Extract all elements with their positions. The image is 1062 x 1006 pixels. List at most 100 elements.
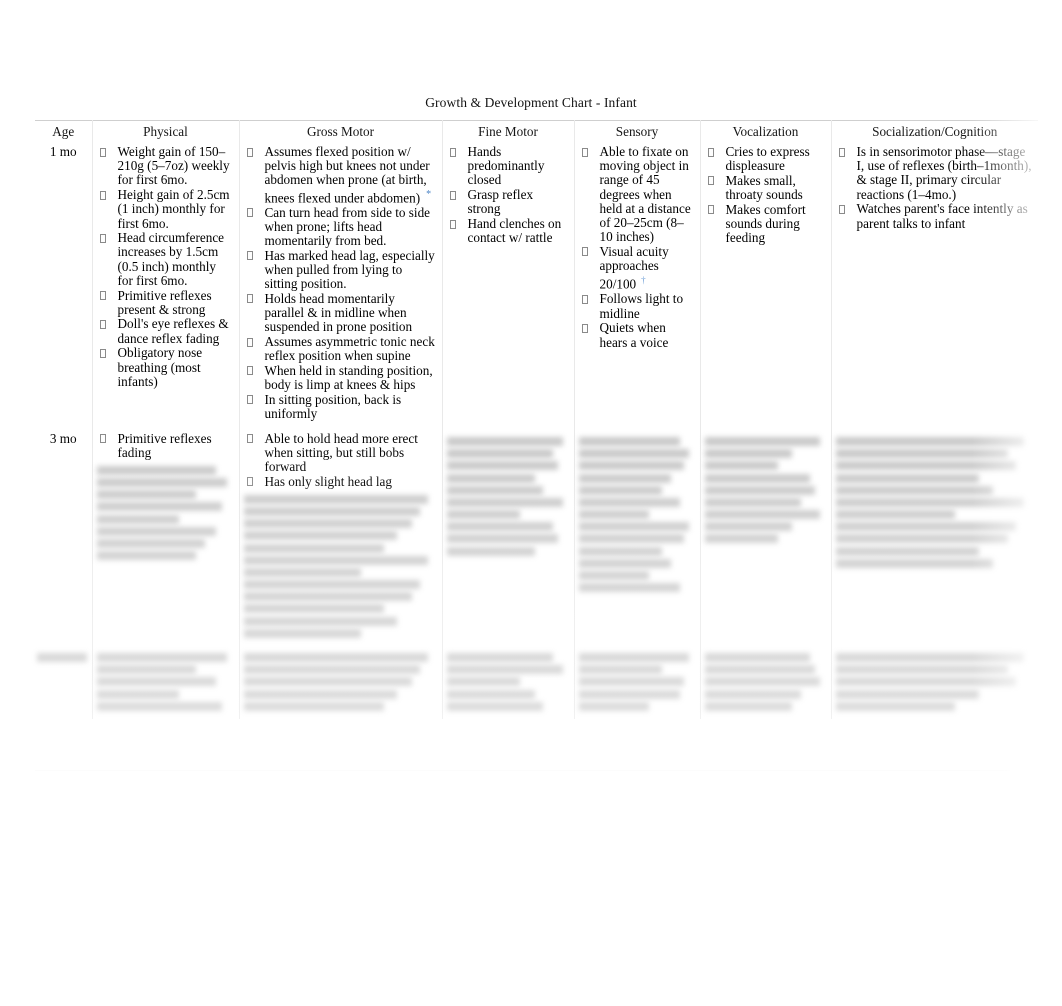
cell-sensory [573,645,700,719]
list-item: Doll's eye reflexes & dance reflex fadin… [97,317,233,345]
bullet-box-icon [99,291,106,301]
illegible-content [578,432,694,593]
list-item-text: In sitting position, back is uniformly [264,391,402,422]
bullet-list-vocalization: Cries to express displeasure Makes small,… [705,144,825,246]
list-item-text: Head circumference increases by 1.5cm (0… [117,230,225,288]
cell-fine-motor [441,429,574,646]
cell-vocalization: Cries to express displeasure Makes small,… [699,143,831,430]
table-header-row: Age Physical Gross Motor Fine Motor Sens… [35,120,1038,143]
bullet-box-icon [246,366,253,376]
list-item-text: Doll's eye reflexes & dance reflex fadin… [117,316,229,346]
list-item-text: Obligatory nose breathing (most infants) [117,345,203,389]
list-item: In sitting position, back is uniformly [244,391,436,422]
column-header-sensory: Sensory [573,120,700,143]
cell-age: 1 mo [49,144,77,159]
illegible-content [446,648,568,711]
list-item-text: Is in sensorimotor phase—stage I, use of… [856,144,1032,202]
list-item: Can turn head from side to side when pro… [244,204,436,249]
illegible-content [37,648,90,662]
column-header-age: Age [52,124,75,139]
list-item: Has marked head lag, especially when pul… [244,248,436,292]
list-item-text: Assumes asymmetric tonic neck reflex pos… [264,334,435,364]
bullet-list-physical: Weight gain of 150–210g (5–7oz) weekly f… [97,144,233,389]
cell-physical: Weight gain of 150–210g (5–7oz) weekly f… [91,143,239,430]
table-row [35,645,1038,719]
illegible-content [243,648,436,711]
list-item: Is in sensorimotor phase—stage I, use of… [836,144,1033,202]
list-item: Cries to express displeasure [705,144,825,173]
page-title: Growth & Development Chart - Infant [425,95,637,110]
bullet-box-icon [246,147,253,157]
bullet-list-fine-motor: Hands predominantly closed Grasp reflex s… [447,144,568,245]
bullet-list-gross-motor: Assumes flexed position w/ pelvis high b… [244,144,436,422]
list-item-text: Weight gain of 150–210g (5–7oz) weekly f… [117,144,230,188]
list-item-text: When held in standing position, body is … [264,362,433,393]
list-item-text: Able to fixate on moving object in range… [599,144,691,245]
bullet-box-icon [449,190,456,200]
column-header-fine-motor: Fine Motor [441,120,574,143]
list-item-text: Has only slight head lag [264,473,392,489]
list-item: Primitive reflexes present & strong [97,287,233,317]
bullet-box-icon [99,147,106,157]
bullet-box-icon [449,147,456,157]
bullet-box-icon [246,395,253,405]
list-item-text: Able to hold head more erect when sittin… [264,430,418,475]
cell-age [35,646,92,719]
bullet-box-icon [581,294,588,304]
cell-sensory [573,429,700,646]
bullet-list-physical: Primitive reflexes fading [97,430,233,460]
bullet-box-icon [99,434,106,444]
list-item-text: Watches parent's face intently as parent… [856,201,1028,231]
list-item: Has only slight head lag [244,473,436,489]
illegible-content [835,432,1033,568]
table-row: 3 mo Primitive reflexes fading Able to h… [35,429,1038,646]
illegible-content [704,648,825,711]
list-item: Head circumference increases by 1.5cm (0… [97,231,233,288]
list-item: Makes comfort sounds during feeding [705,201,825,246]
bullet-box-icon [707,147,714,157]
list-item-text: Makes small, throaty sounds [725,172,803,203]
bullet-box-icon [99,319,106,329]
list-item: Able to hold head more erect when sittin… [244,430,436,475]
dagger-footnote-marker: † [641,275,646,286]
bullet-box-icon [707,176,714,186]
illegible-content [704,432,825,544]
cell-age: 3 mo [49,430,77,446]
list-item: Hands predominantly closed [447,144,568,188]
table-row: 1 mo Weight gain of 150–210g (5–7oz) wee… [35,143,1038,430]
list-item: Weight gain of 150–210g (5–7oz) weekly f… [97,144,233,188]
list-item-text: Primitive reflexes fading [117,430,212,460]
list-item-text: Makes comfort sounds during feeding [725,201,806,246]
list-item: Holds head momentarily parallel & in mid… [244,291,436,335]
list-item: Follows light to midline [579,292,694,320]
page-bottom-fade [0,731,1062,791]
bullet-box-icon [99,190,106,200]
bullet-box-icon [246,337,253,347]
column-header-socialization: Socialization/Cognition [830,120,1038,143]
bullet-box-icon [246,251,253,261]
list-item-text: Height gain of 2.5cm (1 inch) monthly fo… [117,187,230,231]
bullet-box-icon [707,205,714,215]
table-bottom-rule [35,770,1010,771]
bullet-box-icon [581,147,588,157]
list-item: Assumes flexed position w/ pelvis high b… [244,144,436,205]
column-header-gross-motor: Gross Motor [238,120,442,143]
list-item-text: Primitive reflexes present & strong [117,287,212,317]
column-header-physical: Physical [91,120,239,143]
bullet-box-icon [581,247,588,257]
cell-physical: Primitive reflexes fading [91,429,239,646]
bullet-list-socialization: Is in sensorimotor phase—stage I, use of… [836,144,1033,231]
bullet-box-icon [838,204,845,214]
bullet-list-sensory: Able to fixate on moving object in range… [579,144,694,350]
bullet-box-icon [99,348,106,358]
bullet-box-icon [449,219,456,229]
table-body: 1 mo Weight gain of 150–210g (5–7oz) wee… [35,143,1038,719]
list-item-text: Hands predominantly closed [467,144,545,188]
list-item: Obligatory nose breathing (most infants) [97,346,233,389]
asterisk-footnote-marker: * [426,188,432,200]
bullet-box-icon [246,477,253,487]
list-item-text: Can turn head from side to side when pro… [264,204,431,249]
bullet-box-icon [581,323,588,333]
illegible-content [446,432,568,556]
list-item: Height gain of 2.5cm (1 inch) monthly fo… [97,187,233,231]
